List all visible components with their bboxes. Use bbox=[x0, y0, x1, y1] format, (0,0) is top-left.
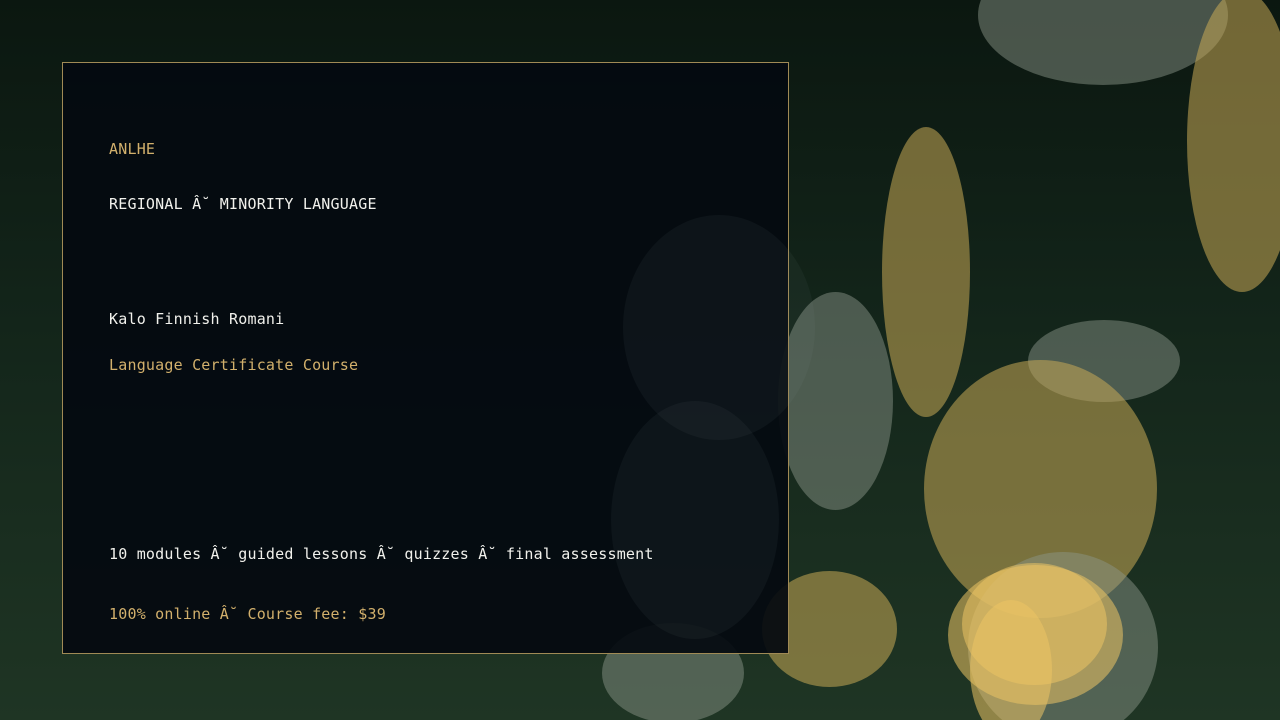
bokeh-light bbox=[970, 600, 1052, 720]
bokeh-light bbox=[924, 360, 1157, 618]
language-title: Kalo Finnish Romani bbox=[109, 310, 285, 328]
bokeh-light bbox=[962, 563, 1107, 685]
course-card: ANLHE REGIONAL Â˘ MINORITY LANGUAGE Kalo… bbox=[62, 62, 815, 654]
bokeh-light bbox=[948, 565, 1123, 705]
course-features: 10 modules Â˘ guided lessons Â˘ quizzes … bbox=[109, 545, 654, 563]
bokeh-light bbox=[1187, 0, 1280, 292]
bokeh-light bbox=[611, 401, 779, 639]
bokeh-light bbox=[968, 552, 1158, 720]
bokeh-light bbox=[882, 127, 970, 417]
bokeh-light bbox=[778, 292, 893, 510]
category-label: REGIONAL Â˘ MINORITY LANGUAGE bbox=[109, 195, 377, 213]
course-type: Language Certificate Course bbox=[109, 356, 359, 374]
bokeh-light bbox=[978, 0, 1228, 85]
brand-name: ANLHE bbox=[109, 140, 156, 158]
bokeh-light bbox=[623, 215, 815, 440]
course-pricing: 100% online Â˘ Course fee: $39 bbox=[109, 605, 386, 623]
bokeh-light bbox=[1028, 320, 1180, 402]
